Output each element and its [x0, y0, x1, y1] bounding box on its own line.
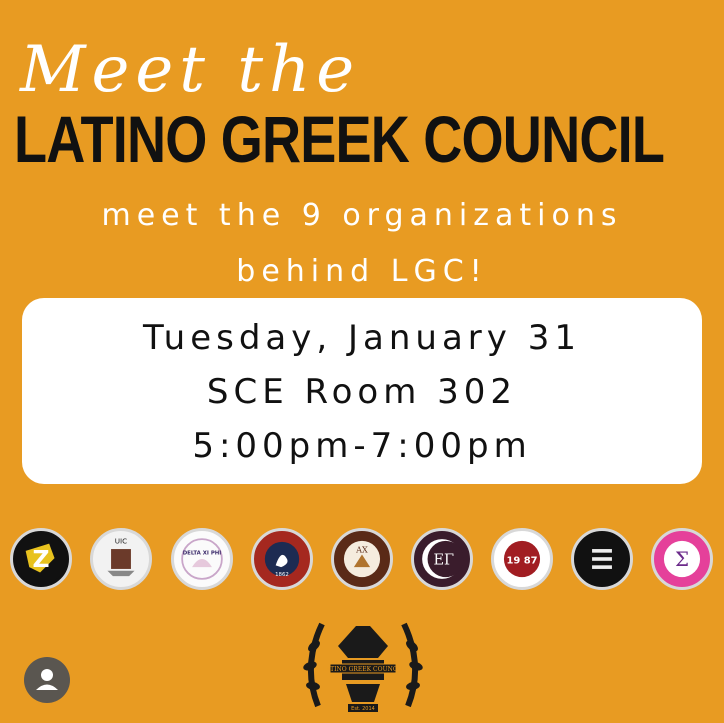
crest-established-text: Est. 2014: [351, 706, 375, 712]
event-time: 5:00pm-7:00pm: [192, 426, 532, 466]
subtitle-line-1: meet the 9 organizations: [101, 198, 623, 233]
logo-text: Σ: [675, 548, 689, 571]
script-heading: Meet the: [20, 33, 361, 107]
logo-text: 19 87: [506, 556, 537, 567]
event-location: SCE Room 302: [206, 372, 518, 412]
poster-title: LATINO GREEK COUNCIL: [14, 102, 665, 176]
logo-text: DELTA XI PHI: [183, 550, 222, 556]
event-poster: Meet the LATINO GREEK COUNCIL meet the 9…: [0, 0, 724, 723]
latino-greek-council-crest-icon: LATINO GREEK COUNCIL Est. 2014: [296, 606, 430, 722]
organization-logos-row: Z UIC DELTA XI PHI 1862 AX ΕΓ 19 87 Σ: [0, 528, 724, 594]
event-details-card: Tuesday, January 31 SCE Room 302 5:00pm-…: [22, 298, 702, 484]
logo-text: Z: [32, 545, 49, 573]
logo-text: ΕΓ: [434, 552, 455, 568]
logo-text: UIC: [115, 537, 127, 546]
organization-logo-uic-zeta-icon: UIC: [90, 528, 152, 590]
organization-logo-swan-icon: 1862: [251, 528, 313, 590]
organization-logo-sigma-icon: Σ: [651, 528, 713, 590]
organization-logo-ax-icon: AX: [331, 528, 393, 590]
organization-logo-delta-xi-phi-icon: DELTA XI PHI: [171, 528, 233, 590]
organization-logo-1987-icon: 19 87: [491, 528, 553, 590]
organization-logo-stripes-icon: [571, 528, 633, 590]
subtitle-line-2: behind LGC!: [236, 254, 488, 289]
event-date: Tuesday, January 31: [143, 318, 581, 358]
logo-text: 1862: [275, 572, 289, 578]
user-avatar-icon[interactable]: [24, 657, 70, 703]
organization-logo-z-icon: Z: [10, 528, 72, 590]
organization-logo-eg-icon: ΕΓ: [411, 528, 473, 590]
crest-banner-text: LATINO GREEK COUNCIL: [322, 666, 404, 673]
logo-text: AX: [355, 545, 368, 555]
